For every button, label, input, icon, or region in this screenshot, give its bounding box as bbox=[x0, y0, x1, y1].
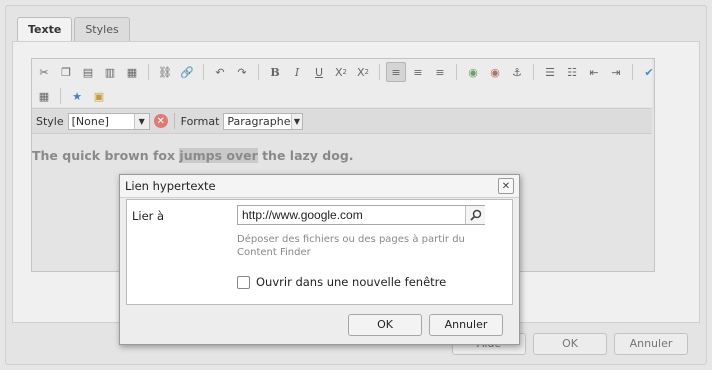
cancel-button[interactable]: Annuler bbox=[614, 333, 688, 355]
hyperlink-dialog-title: Lien hypertexte bbox=[125, 179, 216, 193]
toolbar-divider bbox=[456, 64, 457, 80]
align-center-icon[interactable]: ≡ bbox=[408, 62, 428, 82]
align-right-icon[interactable]: ≡ bbox=[430, 62, 450, 82]
special-char-icon[interactable]: ★ bbox=[67, 86, 87, 106]
underline-icon[interactable]: U bbox=[309, 62, 329, 82]
undo-icon[interactable]: ↶ bbox=[210, 62, 230, 82]
editor-text: the lazy dog. bbox=[257, 148, 354, 163]
paste-icon[interactable]: ▤ bbox=[78, 62, 98, 82]
hyperlink-dialog: Lien hypertexte ✕ Lier à Déposer des fic… bbox=[119, 174, 520, 345]
search-icon[interactable] bbox=[465, 206, 485, 224]
toolbar-divider bbox=[379, 64, 380, 80]
url-input[interactable] bbox=[237, 205, 485, 225]
hyperlink-dialog-footer: OK Annuler bbox=[348, 314, 503, 336]
clear-style-icon[interactable]: ✕ bbox=[153, 114, 168, 128]
outdent-icon[interactable]: ⇤ bbox=[584, 62, 604, 82]
toolbar-divider bbox=[632, 64, 633, 80]
selected-text: jumps over bbox=[179, 148, 258, 163]
subscript-icon[interactable]: X2 bbox=[331, 62, 351, 82]
anchor-icon[interactable]: ⚓ bbox=[507, 62, 527, 82]
new-window-option[interactable]: Ouvrir dans une nouvelle fenêtre bbox=[237, 275, 446, 289]
drop-hint: Déposer des fichiers ou des pages à part… bbox=[237, 234, 465, 258]
tab-texte[interactable]: Texte bbox=[17, 17, 73, 42]
cut-icon[interactable]: ✂ bbox=[34, 62, 54, 82]
dialog-ok-button[interactable]: OK bbox=[348, 314, 422, 336]
hyperlink-dialog-titlebar[interactable]: Lien hypertexte ✕ bbox=[120, 175, 519, 198]
copy-icon[interactable]: ❐ bbox=[56, 62, 76, 82]
unlink-icon[interactable]: ⛓ bbox=[155, 62, 175, 82]
editor-text: The quick brown fox bbox=[32, 148, 180, 163]
toolbar-divider bbox=[148, 64, 149, 80]
indent-icon[interactable]: ⇥ bbox=[606, 62, 626, 82]
align-left-icon[interactable]: ≡ bbox=[386, 62, 406, 82]
chevron-down-icon: ▼ bbox=[290, 113, 303, 129]
bulleted-list-icon[interactable]: ☰ bbox=[540, 62, 560, 82]
toolbar-row-2: ▦ ★ ▣ bbox=[34, 85, 111, 107]
italic-icon[interactable]: I bbox=[287, 62, 307, 82]
new-window-label: Ouvrir dans une nouvelle fenêtre bbox=[256, 275, 447, 289]
format-select-value: Paragraphe bbox=[227, 114, 291, 128]
spellcheck-icon[interactable]: ✔ bbox=[639, 62, 659, 82]
tab-styles[interactable]: Styles bbox=[74, 17, 130, 41]
hyperlink-dialog-body: Lier à Déposer des fichiers ou des pages… bbox=[126, 199, 513, 305]
superscript-icon[interactable]: X2 bbox=[353, 62, 373, 82]
format-label: Format bbox=[180, 114, 220, 128]
link-to-label: Lier à bbox=[132, 209, 165, 223]
style-select[interactable]: [None] ▼ bbox=[67, 112, 150, 130]
bold-icon[interactable]: B bbox=[265, 62, 285, 82]
toolbar-divider bbox=[173, 113, 175, 129]
find-icon[interactable]: ◉ bbox=[463, 62, 483, 82]
toolbar-divider bbox=[60, 88, 61, 104]
style-select-value: [None] bbox=[71, 114, 109, 128]
ok-button[interactable]: OK bbox=[533, 333, 607, 355]
editor-content[interactable]: The quick brown fox jumps over the lazy … bbox=[32, 148, 354, 163]
chevron-down-icon: ▼ bbox=[133, 113, 149, 129]
toolbar-divider bbox=[203, 64, 204, 80]
format-select[interactable]: Paragraphe ▼ bbox=[223, 112, 304, 130]
replace-icon[interactable]: ◉ bbox=[485, 62, 505, 82]
tab-bar: Texte Styles bbox=[17, 17, 130, 42]
toolbar-divider bbox=[533, 64, 534, 80]
style-format-bar: Style [None] ▼ ✕ Format Paragraphe ▼ bbox=[32, 108, 652, 134]
paste-text-icon[interactable]: ▥ bbox=[100, 62, 120, 82]
dialog-cancel-button[interactable]: Annuler bbox=[429, 314, 503, 336]
link-icon[interactable]: 🔗 bbox=[177, 62, 197, 82]
table-icon[interactable]: ▦ bbox=[34, 86, 54, 106]
toolbar-divider bbox=[258, 64, 259, 80]
paste-word-icon[interactable]: ▦ bbox=[122, 62, 142, 82]
style-label: Style bbox=[36, 114, 64, 128]
new-window-checkbox[interactable] bbox=[237, 275, 250, 289]
image-icon[interactable]: ▣ bbox=[89, 86, 109, 106]
editor-toolbar: ✂ ❐ ▤ ▥ ▦ ⛓ 🔗 ↶ ↷ B I U X2 X2 ≡ ≡ ≡ ◉ ◉ … bbox=[32, 59, 654, 107]
toolbar-row-1: ✂ ❐ ▤ ▥ ▦ ⛓ 🔗 ↶ ↷ B I U X2 X2 ≡ ≡ ≡ ◉ ◉ … bbox=[34, 61, 661, 83]
redo-icon[interactable]: ↷ bbox=[232, 62, 252, 82]
close-icon[interactable]: ✕ bbox=[498, 178, 514, 194]
numbered-list-icon[interactable]: ☷ bbox=[562, 62, 582, 82]
